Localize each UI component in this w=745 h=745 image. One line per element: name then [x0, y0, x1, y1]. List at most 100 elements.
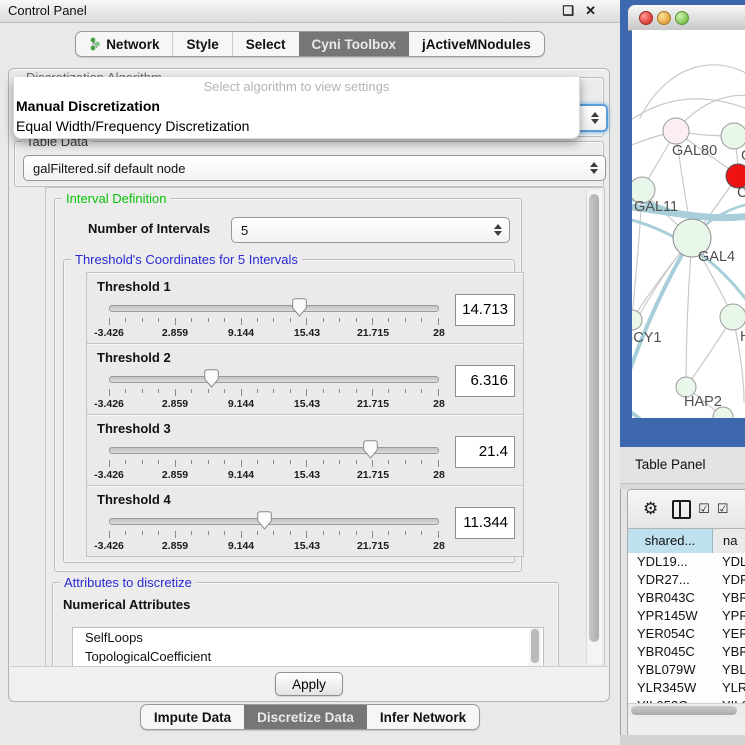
- threshold-slider[interactable]: -3.4262.8599.14415.4321.71528: [109, 368, 439, 412]
- tick-mark: [191, 531, 192, 535]
- close-traffic-light-icon[interactable]: [639, 11, 653, 25]
- table-horizontal-scrollbar[interactable]: [628, 703, 745, 718]
- scale-label: 15.43: [294, 327, 320, 339]
- tick-mark: [273, 389, 274, 393]
- cell-shared-name: YPR145W: [628, 607, 712, 625]
- cell-shared-name: YDR27...: [628, 571, 712, 589]
- slider-track[interactable]: [109, 447, 439, 454]
- table-row[interactable]: YBR045CYBR0: [628, 643, 745, 661]
- tick-mark: [421, 460, 422, 464]
- tick-mark: [175, 531, 176, 538]
- split-view-icon[interactable]: [672, 500, 691, 519]
- interval-definition-group: Interval Definition Number of Intervals …: [54, 198, 522, 572]
- combo-stepper-icon[interactable]: [590, 162, 598, 174]
- tick-mark: [323, 389, 324, 393]
- table-row[interactable]: YDR27...YDR2: [628, 571, 745, 589]
- slider-scale: -3.4262.8599.14415.4321.71528: [109, 469, 439, 481]
- slider-thumb-icon[interactable]: [204, 369, 219, 388]
- tick-mark: [421, 531, 422, 535]
- number-of-intervals-label: Number of Intervals: [88, 221, 210, 236]
- column-header-shared-name[interactable]: shared...: [628, 529, 713, 554]
- threshold-value-box[interactable]: 11.344: [455, 507, 515, 539]
- tick-mark: [142, 389, 143, 393]
- bottom-tab-infer-network[interactable]: Infer Network: [367, 705, 479, 729]
- checkbox-checked-icon[interactable]: ☑: [717, 501, 729, 517]
- tab-style[interactable]: Style: [172, 32, 231, 56]
- close-window-icon[interactable]: ✕: [585, 0, 596, 22]
- float-window-icon[interactable]: ❑: [562, 0, 574, 22]
- slider-thumb-icon[interactable]: [363, 440, 378, 459]
- apply-button[interactable]: Apply: [275, 672, 343, 696]
- tab-cyni-toolbox[interactable]: Cyni Toolbox: [299, 32, 410, 56]
- settings-scroll-pane: Interval Definition Number of Intervals …: [45, 187, 605, 669]
- zoom-traffic-light-icon[interactable]: [675, 11, 689, 25]
- tick-mark: [158, 389, 159, 393]
- scale-label: -3.426: [94, 327, 124, 339]
- tab-jactivemnodules[interactable]: jActiveMNodules: [409, 32, 544, 56]
- tab-select[interactable]: Select: [232, 32, 299, 56]
- tab-network[interactable]: Network: [76, 32, 172, 56]
- threshold-slider[interactable]: -3.4262.8599.14415.4321.71528: [109, 510, 439, 554]
- tick-mark: [421, 318, 422, 322]
- table-row[interactable]: YBR043CYBR0: [628, 589, 745, 607]
- network-node-label: GA: [741, 148, 745, 164]
- threshold-slider[interactable]: -3.4262.8599.14415.4321.71528: [109, 297, 439, 341]
- bottom-tab-discretize-data[interactable]: Discretize Data: [244, 705, 367, 729]
- slider-track[interactable]: [109, 305, 439, 312]
- threshold-value-box[interactable]: 6.316: [455, 365, 515, 397]
- table-row[interactable]: YDL19...YDL1: [628, 553, 745, 571]
- network-node[interactable]: [720, 304, 745, 330]
- gear-icon[interactable]: ⚙: [643, 499, 658, 519]
- tick-mark: [224, 318, 225, 322]
- slider-thumb-icon[interactable]: [257, 511, 272, 530]
- algorithm-dropdown-items: Manual DiscretizationEqual Width/Frequen…: [14, 96, 579, 136]
- tick-mark: [372, 389, 373, 396]
- numerical-attributes-list[interactable]: SelfLoopsTopologicalCoefficientBetweenne…: [72, 627, 544, 669]
- cell-name: YER0: [712, 625, 745, 643]
- network-node-label: GAL80: [672, 143, 717, 159]
- combo-stepper-icon[interactable]: [591, 112, 599, 124]
- bottom-tab-impute-data[interactable]: Impute Data: [141, 705, 244, 729]
- tick-mark: [158, 318, 159, 322]
- tick-mark: [224, 460, 225, 464]
- attributes-scrollbar[interactable]: [529, 628, 541, 669]
- number-of-intervals-combobox[interactable]: 5: [231, 217, 510, 243]
- threshold-panel: Threshold 4-3.4262.8599.14415.4321.71528…: [86, 485, 524, 557]
- tick-mark: [273, 318, 274, 322]
- cyni-toolbox-panel: Discretization Algorithm Table Data galF…: [8, 68, 610, 702]
- attribute-list-item[interactable]: SelfLoops: [73, 628, 543, 647]
- table-row[interactable]: YBL079WYBL0: [628, 661, 745, 679]
- column-header-name[interactable]: na: [713, 529, 745, 554]
- threshold-value-box[interactable]: 21.4: [455, 436, 515, 468]
- scale-label: 28: [433, 540, 445, 552]
- network-node[interactable]: [663, 118, 689, 144]
- checkbox-checked-icon[interactable]: ☑: [698, 501, 710, 517]
- threshold-panel: Threshold 2-3.4262.8599.14415.4321.71528…: [86, 343, 524, 415]
- tick-mark: [241, 460, 242, 467]
- network-canvas[interactable]: GAL80GACGAL11GAL4GCY1HHAP2: [632, 30, 745, 418]
- table-row[interactable]: YER054CYER0: [628, 625, 745, 643]
- pane-scrollbar[interactable]: [586, 190, 602, 664]
- table-row[interactable]: YLR345WYLR3: [628, 679, 745, 697]
- slider-thumb-icon[interactable]: [292, 298, 307, 317]
- minimize-traffic-light-icon[interactable]: [657, 11, 671, 25]
- network-node-label: GAL4: [698, 249, 735, 265]
- network-node-label: C: [737, 185, 745, 201]
- combo-stepper-icon[interactable]: [494, 224, 502, 236]
- table-data-combobox[interactable]: galFiltered.sif default node: [23, 155, 606, 181]
- network-node[interactable]: [721, 123, 745, 149]
- slider-track[interactable]: [109, 376, 439, 383]
- tick-mark: [290, 460, 291, 464]
- threshold-value-box[interactable]: 14.713: [455, 294, 515, 326]
- attribute-list-item[interactable]: TopologicalCoefficient: [73, 647, 543, 666]
- table-row[interactable]: YPR145WYPR1: [628, 607, 745, 625]
- threshold-slider[interactable]: -3.4262.8599.14415.4321.71528: [109, 439, 439, 483]
- slider-track[interactable]: [109, 518, 439, 525]
- tick-mark: [175, 389, 176, 396]
- dropdown-item[interactable]: Equal Width/Frequency Discretization: [14, 116, 579, 136]
- tick-mark: [273, 460, 274, 464]
- dropdown-item[interactable]: Manual Discretization: [14, 96, 579, 116]
- tick-mark: [273, 531, 274, 535]
- tick-mark: [241, 531, 242, 538]
- tick-mark: [158, 531, 159, 535]
